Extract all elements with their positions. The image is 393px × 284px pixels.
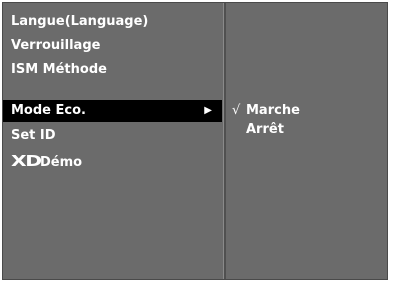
submenu-option-on[interactable]: Marche: [246, 101, 300, 121]
menu-item-set-id[interactable]: Set ID: [3, 125, 222, 147]
menu-item-language[interactable]: Langue(Language): [3, 11, 222, 33]
main-menu-panel: Langue(Language) Verrouillage ISM Méthod…: [3, 3, 224, 279]
menu-item-ism-method[interactable]: ISM Méthode: [3, 59, 222, 81]
check-mark-icon: √: [232, 103, 241, 118]
menu-item-label: Set ID: [11, 128, 56, 143]
xd-logo-icon: XD: [11, 152, 42, 170]
menu-item-label: Verrouillage: [11, 38, 101, 53]
menu-item-label: Langue(Language): [11, 14, 149, 29]
menu-item-demo[interactable]: XDDémo: [3, 150, 222, 172]
menu-item-label: Mode Eco.: [11, 103, 86, 118]
menu-item-eco-mode[interactable]: Mode Eco. ▶: [3, 100, 222, 122]
arrow-right-icon: ▶: [204, 105, 212, 116]
menu-item-label: ISM Méthode: [11, 62, 107, 77]
osd-menu: Langue(Language) Verrouillage ISM Méthod…: [2, 2, 388, 280]
menu-item-label: Démo: [40, 155, 83, 170]
submenu-option-off[interactable]: Arrêt: [246, 120, 284, 140]
submenu-panel: √ Marche Arrêt: [226, 3, 387, 279]
menu-item-lock[interactable]: Verrouillage: [3, 35, 222, 57]
tv-screen: Langue(Language) Verrouillage ISM Méthod…: [0, 0, 393, 284]
